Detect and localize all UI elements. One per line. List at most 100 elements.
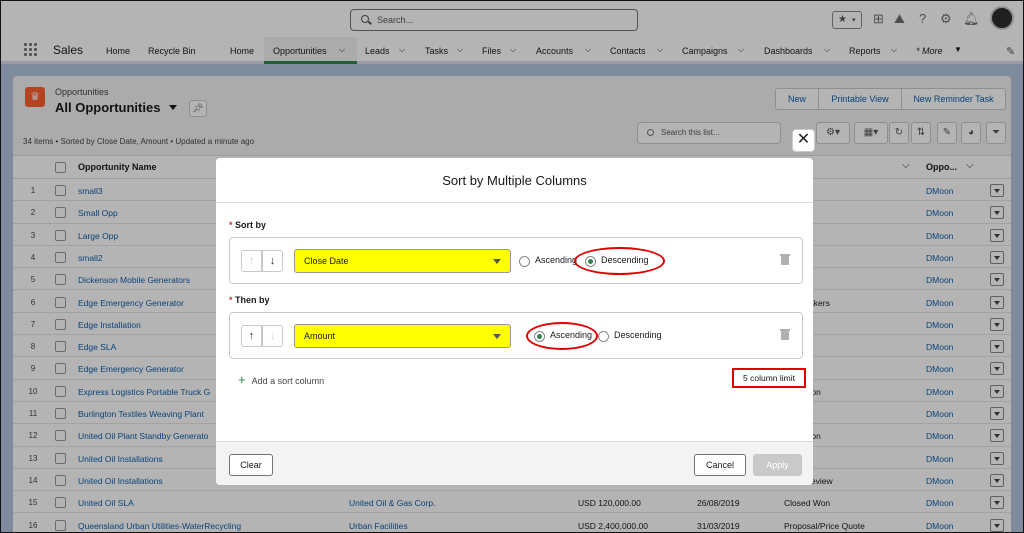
row-actions-button[interactable] xyxy=(990,295,1004,309)
row-checkbox[interactable] xyxy=(55,430,66,442)
row-checkbox[interactable] xyxy=(55,452,66,464)
filter-button[interactable]: ⏷ xyxy=(986,122,1006,144)
chevron-down-icon[interactable]: ⌵ xyxy=(902,160,910,171)
delete-icon[interactable] xyxy=(780,254,790,265)
nav-item-contacts[interactable]: Contacts xyxy=(610,46,646,56)
new-button[interactable]: New xyxy=(775,88,819,110)
apply-button[interactable]: Apply xyxy=(753,454,802,476)
clear-button[interactable]: Clear xyxy=(229,454,273,476)
row-checkbox[interactable] xyxy=(55,408,66,419)
nav-item-reports[interactable]: Reports xyxy=(849,46,881,56)
opportunity-name-link[interactable]: United Oil Installations xyxy=(78,454,163,464)
caret-down-icon[interactable]: ▼ xyxy=(954,45,962,54)
descending-radio-2[interactable] xyxy=(598,331,609,342)
owner-link[interactable]: DMoon xyxy=(926,431,953,441)
chevron-down-icon[interactable]: ⌵ xyxy=(824,45,830,55)
row-actions-button[interactable] xyxy=(990,429,1004,443)
opportunity-name-link[interactable]: Edge Installation xyxy=(78,320,141,330)
owner-link[interactable]: DMoon xyxy=(926,253,953,263)
list-view-name[interactable]: All Opportunities xyxy=(55,100,160,115)
opportunity-name-link[interactable]: Express Logistics Portable Truck G xyxy=(78,387,210,397)
row-checkbox[interactable] xyxy=(55,318,66,330)
row-actions-button[interactable] xyxy=(990,473,1004,487)
nav-item-home[interactable]: Home xyxy=(106,46,130,56)
row-actions-button[interactable] xyxy=(990,407,1004,420)
owner-link[interactable]: DMoon xyxy=(926,364,953,374)
global-search-input[interactable]: Search... xyxy=(350,9,638,31)
row-checkbox[interactable] xyxy=(55,274,66,286)
chevron-down-icon[interactable]: ⌵ xyxy=(585,45,591,55)
owner-link[interactable]: DMoon xyxy=(926,454,953,464)
nav-item-files[interactable]: Files xyxy=(482,46,501,56)
row-checkbox[interactable] xyxy=(55,497,66,509)
row-actions-button[interactable] xyxy=(990,228,1004,242)
nav-item-home-2[interactable]: Home xyxy=(230,46,254,56)
opportunity-name-link[interactable]: United Oil SLA xyxy=(78,498,134,508)
owner-link[interactable]: DMoon xyxy=(926,208,953,218)
move-up-button[interactable]: ↑ xyxy=(241,325,262,347)
opportunity-name-link[interactable]: Edge Emergency Generator xyxy=(78,298,184,308)
row-checkbox[interactable] xyxy=(55,251,66,263)
select-all-checkbox[interactable] xyxy=(55,162,66,173)
nav-item-recycle-bin[interactable]: Recycle Bin xyxy=(148,46,196,56)
row-actions-button[interactable] xyxy=(990,384,1004,398)
edit-nav-icon[interactable]: ✎ xyxy=(1006,45,1015,58)
charts-button[interactable]: ◕ xyxy=(961,122,981,144)
column-header-opportunity-name[interactable]: Opportunity Name xyxy=(78,162,157,172)
add-sort-column-link[interactable]: + Add a sort column xyxy=(238,372,324,387)
ascending-label-1[interactable]: Ascending xyxy=(535,255,577,265)
descending-label-2[interactable]: Descending xyxy=(614,330,662,340)
nav-item-dashboards[interactable]: Dashboards xyxy=(764,46,813,56)
chevron-down-icon[interactable]: ⌵ xyxy=(457,45,463,55)
nav-item-tasks[interactable]: Tasks xyxy=(425,46,448,56)
move-down-button[interactable]: ↓ xyxy=(262,250,283,272)
list-settings-button[interactable]: ⚙▾ xyxy=(816,122,850,144)
display-as-button[interactable]: ▦▾ xyxy=(854,122,888,144)
column-header-owner[interactable]: Oppo... xyxy=(926,162,957,172)
chevron-down-icon[interactable]: ⌵ xyxy=(657,45,663,55)
delete-icon[interactable] xyxy=(780,329,790,340)
refresh-button[interactable]: ↻ xyxy=(889,122,909,144)
row-actions-button[interactable] xyxy=(990,250,1004,264)
row-actions-button[interactable] xyxy=(990,518,1004,532)
chevron-down-icon[interactable]: ⌵ xyxy=(738,45,744,55)
list-search-input[interactable]: Search this list... xyxy=(637,122,781,144)
sort-field-select-1[interactable]: Close Date xyxy=(294,249,511,273)
row-actions-button[interactable] xyxy=(990,206,1004,220)
close-modal-button[interactable]: ✕ xyxy=(792,129,815,152)
row-checkbox[interactable] xyxy=(55,229,66,241)
account-name-link[interactable]: Urban Facilities xyxy=(349,521,408,531)
avatar[interactable] xyxy=(990,6,1014,30)
help-icon[interactable]: ? xyxy=(919,12,926,26)
nav-item-campaigns[interactable]: Campaigns xyxy=(682,46,728,56)
opportunity-name-link[interactable]: Queensland Urban Utilities-WaterRecyclin… xyxy=(78,521,241,531)
move-down-button[interactable]: ↓ xyxy=(262,325,283,347)
row-checkbox[interactable] xyxy=(55,363,66,375)
row-actions-button[interactable] xyxy=(990,496,1004,510)
opportunity-name-link[interactable]: United Oil Plant Standby Generato xyxy=(78,431,208,441)
inline-edit-button[interactable]: ✎ xyxy=(937,122,957,144)
opportunity-name-link[interactable]: Burlington Textiles Weaving Plant xyxy=(78,409,204,419)
opportunity-name-link[interactable]: Edge SLA xyxy=(78,342,116,352)
trailhead-icon[interactable]: ⛰ xyxy=(894,12,905,26)
gear-icon[interactable]: ⚙ xyxy=(940,12,952,26)
owner-link[interactable]: DMoon xyxy=(926,409,953,419)
owner-link[interactable]: DMoon xyxy=(926,298,953,308)
chevron-down-icon[interactable]: ⌵ xyxy=(399,45,405,55)
owner-link[interactable]: DMoon xyxy=(926,320,953,330)
row-actions-button[interactable] xyxy=(990,362,1004,376)
row-checkbox[interactable] xyxy=(55,385,66,397)
row-actions-button[interactable] xyxy=(990,317,1004,331)
opportunity-name-link[interactable]: Large Opp xyxy=(78,231,118,241)
opportunity-name-link[interactable]: Small Opp xyxy=(78,208,118,218)
owner-link[interactable]: DMoon xyxy=(926,231,953,241)
move-up-button[interactable]: ↑ xyxy=(241,250,262,272)
favorites-button[interactable]: ★ ▾ xyxy=(832,11,862,29)
owner-link[interactable]: DMoon xyxy=(926,275,953,285)
nav-item-accounts[interactable]: Accounts xyxy=(536,46,573,56)
opportunity-name-link[interactable]: Dickenson Mobile Generators xyxy=(78,275,190,285)
row-checkbox[interactable] xyxy=(55,519,66,531)
pin-icon[interactable]: 📌︎ xyxy=(189,100,207,117)
nav-item-opportunities[interactable]: Opportunities xyxy=(273,46,327,56)
opportunity-name-link[interactable]: small3 xyxy=(78,186,103,196)
